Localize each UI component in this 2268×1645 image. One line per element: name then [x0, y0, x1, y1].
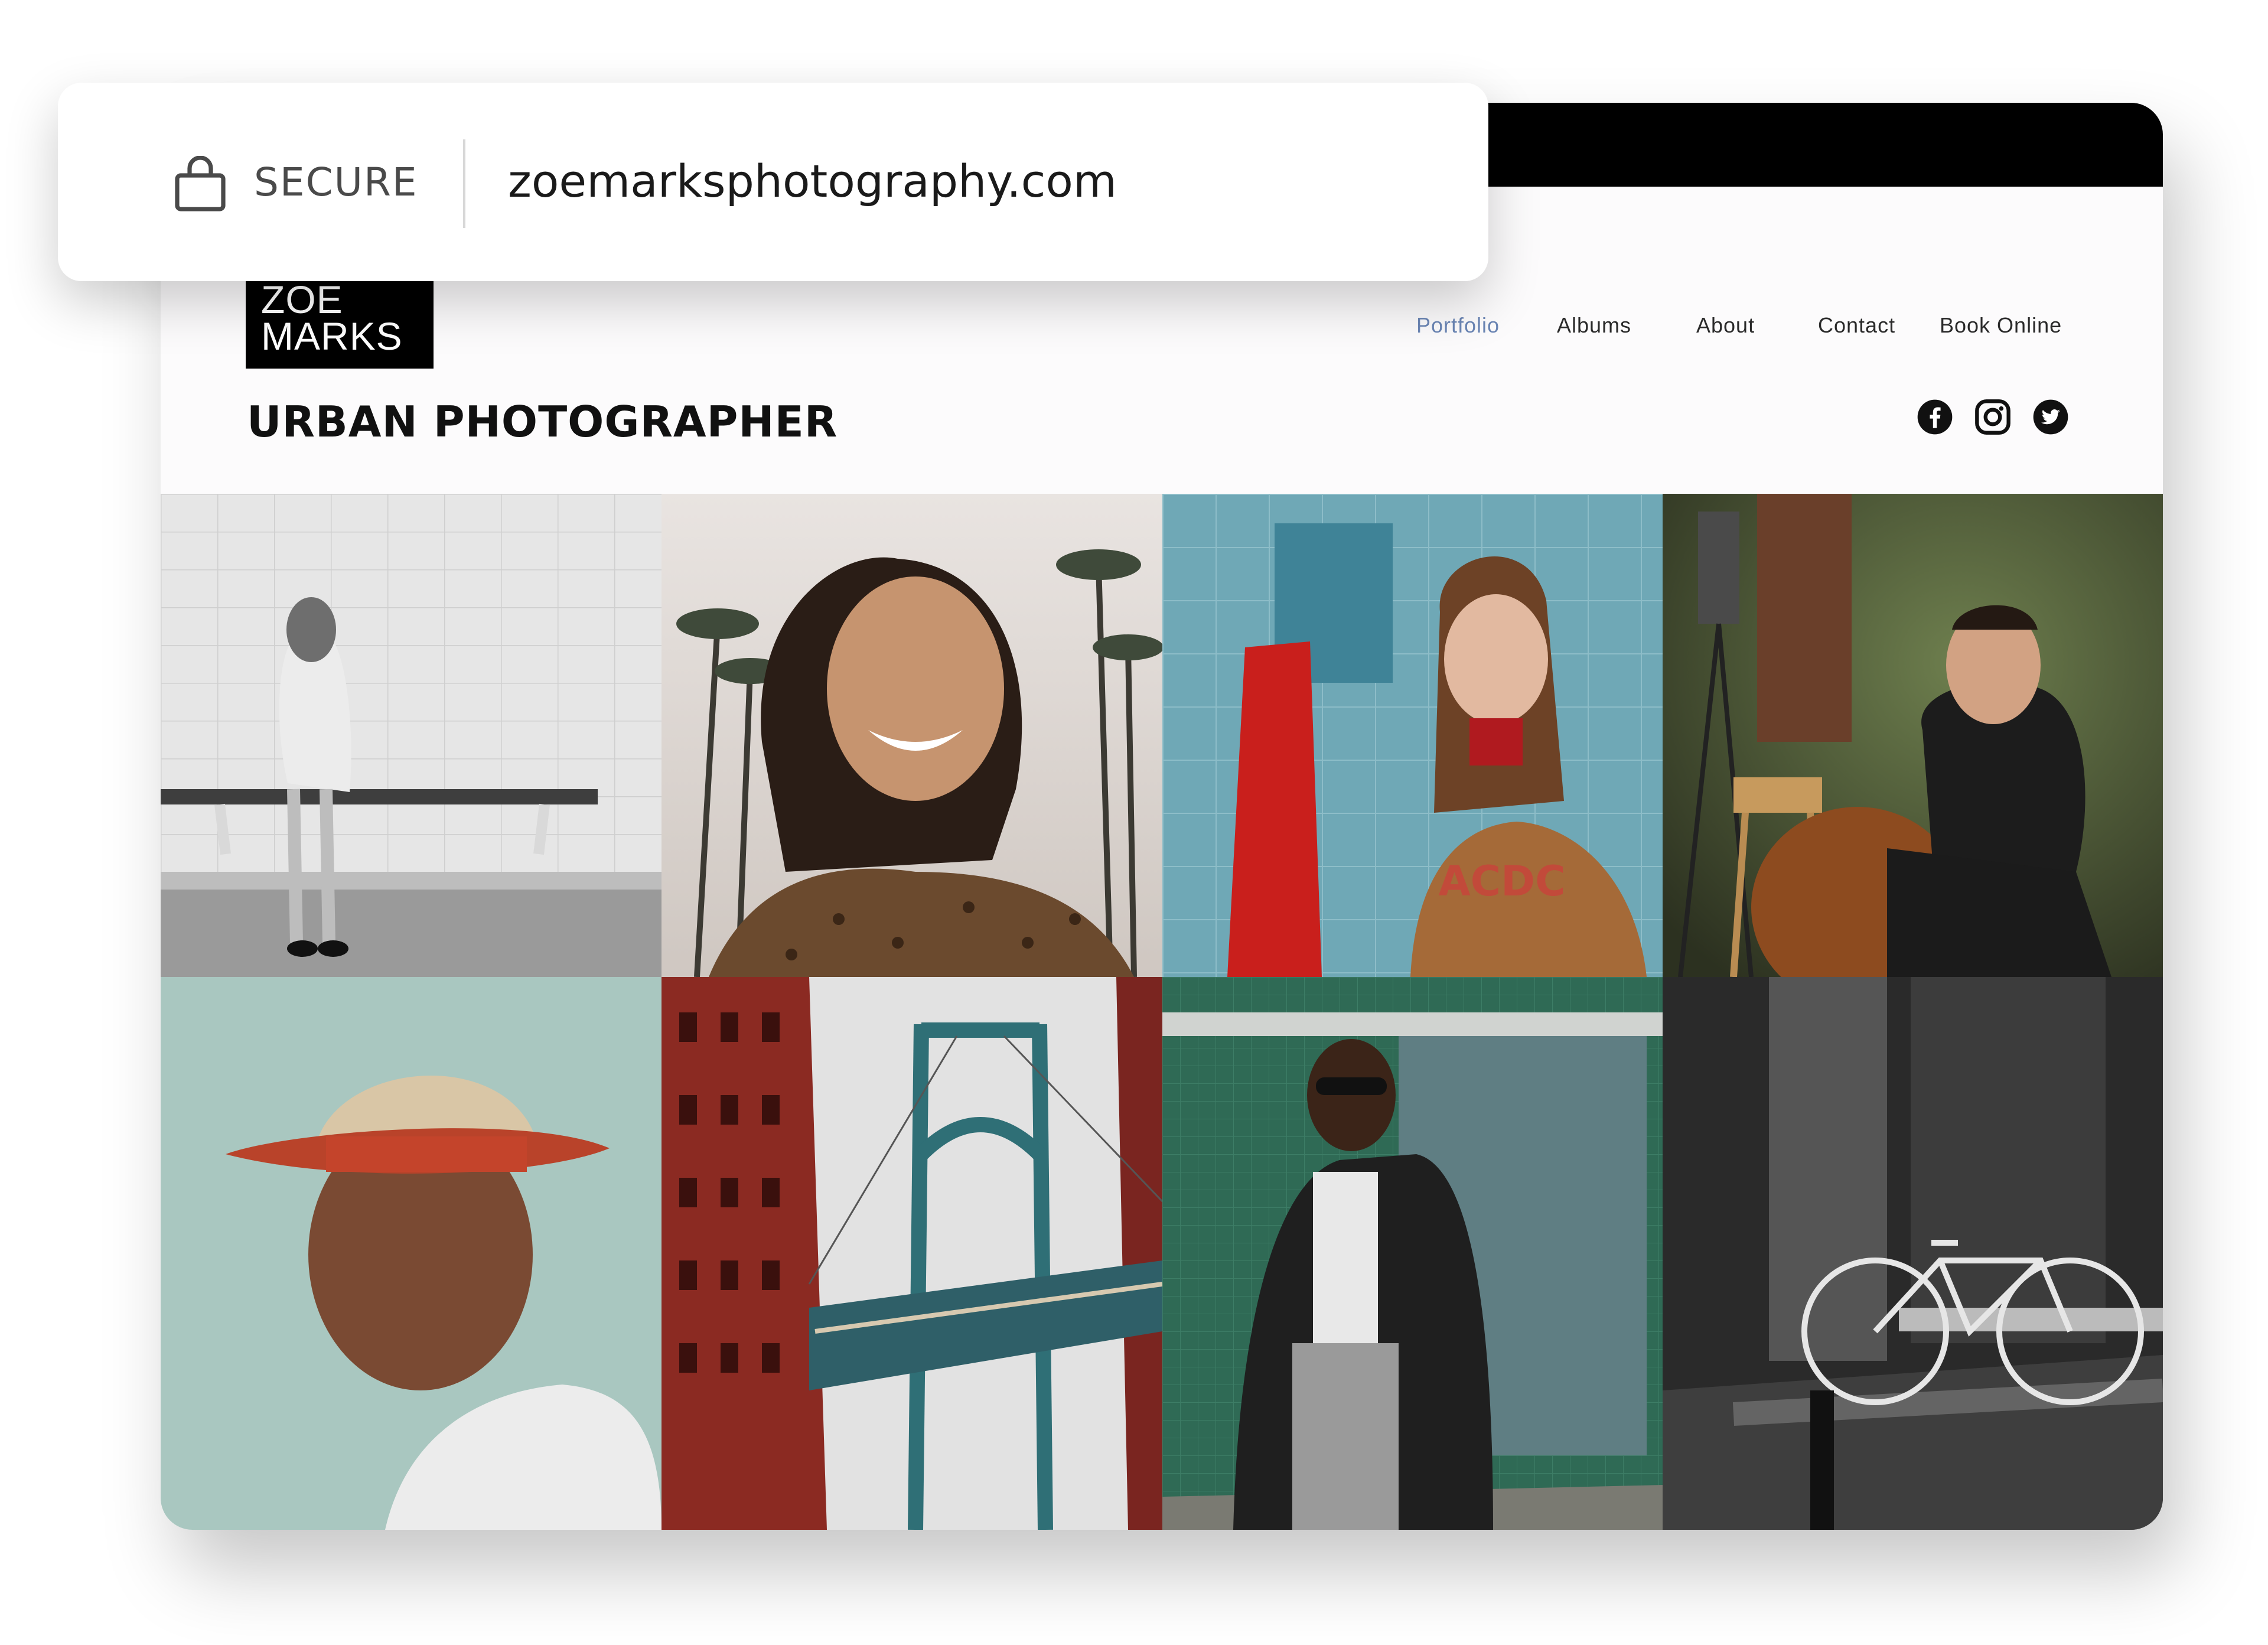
photo-grid: ACDC [161, 494, 2163, 1530]
url-bar[interactable]: SECURE zoemarksphotography.com [58, 83, 1488, 281]
url-divider [463, 139, 465, 228]
man-leather-jacket-photo[interactable] [1162, 977, 1663, 1530]
main-nav: Portfolio Albums About Contact Book Onli… [161, 313, 2163, 348]
instagram-icon[interactable] [1974, 398, 2012, 436]
smiling-woman-palms-photo[interactable] [662, 494, 1162, 977]
svg-text:ACDC: ACDC [1438, 857, 1565, 905]
nav-about[interactable]: About [1696, 313, 1755, 338]
site-tagline: URBAN PHOTOGRAPHER [247, 397, 838, 447]
man-bean-bag-photo[interactable] [1663, 494, 2163, 977]
woman-on-bench-photo[interactable] [161, 494, 662, 977]
woman-tiled-wall-photo[interactable]: ACDC [1162, 494, 1663, 977]
nav-book-online[interactable]: Book Online [1940, 313, 2062, 338]
manhattan-bridge-photo[interactable] [662, 977, 1162, 1530]
bicycle-storefront-photo[interactable] [1663, 977, 2163, 1530]
url-text[interactable]: zoemarksphotography.com [508, 155, 1117, 207]
lock-icon [175, 156, 226, 211]
facebook-icon[interactable] [1916, 398, 1954, 436]
nav-portfolio[interactable]: Portfolio [1416, 313, 1500, 338]
man-red-hat-photo[interactable] [161, 977, 662, 1530]
nav-albums[interactable]: Albums [1557, 313, 1631, 338]
twitter-icon[interactable] [2032, 398, 2070, 436]
secure-label: SECURE [254, 159, 418, 205]
website-window: ZOE MARKS URBAN PHOTOGRAPHER Portfolio A… [161, 103, 2163, 1530]
nav-contact[interactable]: Contact [1818, 313, 1895, 338]
